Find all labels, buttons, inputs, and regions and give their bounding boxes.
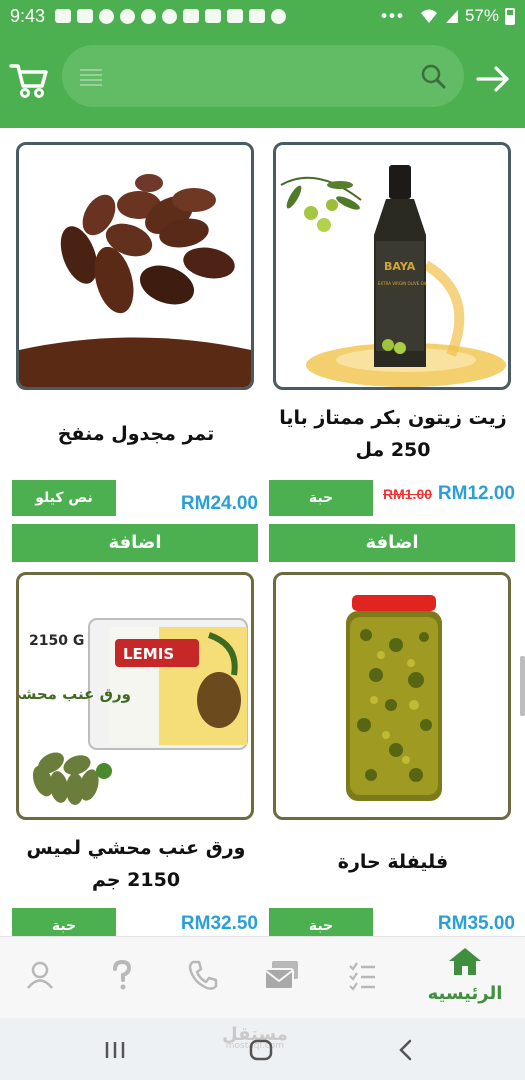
more-notifications-icon: ••• — [381, 6, 405, 25]
unit-badge[interactable]: نص كيلو — [12, 480, 116, 516]
add-to-cart-button[interactable]: اضافة — [12, 524, 258, 562]
old-price: RM1.00 — [383, 486, 433, 502]
cart-button[interactable] — [8, 60, 50, 100]
wifi-icon — [420, 9, 437, 23]
recent-apps-icon[interactable] — [104, 1040, 126, 1060]
user-icon — [27, 961, 53, 989]
product-card[interactable]: LEMIS ورق عنب محشي 2150 G ورق عنب محشي ل… — [12, 568, 258, 936]
search-input[interactable] — [116, 61, 406, 91]
grape-leaves-image: LEMIS ورق عنب محشي 2150 G — [19, 618, 248, 805]
arrow-right-icon — [476, 66, 509, 92]
nav-help[interactable] — [102, 955, 142, 995]
product-image[interactable]: BAYA EXTRA VIRGIN OLIVE OIL — [273, 142, 511, 390]
add-to-cart-button[interactable]: اضافة — [269, 524, 515, 562]
app-header — [0, 32, 525, 128]
forward-button[interactable] — [475, 62, 511, 96]
signal-icon — [445, 10, 458, 23]
status-right: ••• 57% — [381, 6, 515, 26]
battery-icon — [505, 7, 515, 25]
pinterest-icon — [271, 8, 287, 24]
product-price: RM24.00 — [180, 493, 258, 514]
facebook-icon — [99, 8, 115, 24]
nav-orders[interactable] — [342, 955, 382, 995]
battery-percent: 57% — [464, 6, 499, 25]
unit-badge[interactable]: حبة — [269, 908, 373, 936]
product-name: تمر مجدول منفخ — [57, 423, 215, 445]
help-icon — [113, 959, 132, 990]
unit-badge[interactable]: حبة — [12, 908, 116, 936]
mail-icon — [264, 961, 298, 990]
home-button-icon[interactable] — [248, 1038, 274, 1062]
bottom-nav: الرئيسيه — [0, 936, 525, 1018]
cart-icon — [9, 64, 48, 98]
product-price: RM32.50 — [180, 913, 258, 934]
youtube-icon — [227, 9, 244, 23]
product-price: RM12.00 — [437, 483, 515, 504]
search-icon[interactable] — [420, 63, 446, 89]
notification-icons — [55, 8, 287, 24]
product-card[interactable]: فليفلة حارة حبة RM35.00 — [269, 568, 515, 936]
nav-profile[interactable] — [20, 955, 60, 995]
product-price: RM35.00 — [437, 913, 515, 934]
status-time: 9:43 — [10, 5, 46, 26]
product-grid: BAYA EXTRA VIRGIN OLIVE OIL زيت زيتون بك… — [0, 128, 525, 936]
status-bar: 9:43 ••• 57% — [0, 0, 525, 32]
unit-badge[interactable]: حبة — [269, 480, 373, 516]
dates-image — [19, 174, 251, 387]
menu-icon[interactable] — [80, 69, 102, 89]
gallery-icon — [55, 9, 72, 23]
product-name: ورق عنب محشي لميس 2150 جم — [26, 837, 246, 891]
nav-home-label[interactable]: الرئيسيه — [420, 983, 510, 1004]
olive-oil-brand: BAYA — [384, 260, 416, 273]
search-bar[interactable] — [62, 45, 464, 107]
youtube-icon — [249, 9, 266, 23]
nav-call[interactable] — [183, 955, 223, 995]
product-image[interactable] — [16, 142, 254, 390]
back-icon[interactable] — [396, 1038, 416, 1062]
phone-icon — [188, 960, 218, 990]
product-card[interactable]: تمر مجدول منفخ نص كيلو RM24.00 اضافة — [12, 138, 258, 562]
facebook-icon — [120, 8, 136, 24]
scrollbar[interactable] — [520, 656, 525, 716]
nav-home[interactable] — [445, 945, 485, 985]
youtube-icon — [205, 9, 222, 23]
olive-oil-label: EXTRA VIRGIN OLIVE OIL — [378, 281, 428, 286]
product-card[interactable]: BAYA EXTRA VIRGIN OLIVE OIL زيت زيتون بك… — [269, 138, 515, 562]
product-image[interactable] — [273, 572, 511, 820]
email-icon — [77, 9, 94, 23]
system-nav-bar: مستقل mostaql.com — [0, 1018, 525, 1080]
youtube-icon — [183, 9, 200, 23]
facebook-icon — [141, 8, 157, 24]
product-name: فليفلة حارة — [337, 851, 449, 873]
pickled-peppers-image — [346, 595, 442, 801]
grape-leaves-arabic: ورق عنب محشي — [19, 685, 131, 703]
home-icon — [449, 948, 481, 975]
pinterest-icon — [162, 8, 178, 24]
olive-oil-image: BAYA EXTRA VIRGIN OLIVE OIL — [280, 165, 506, 387]
product-name: زيت زيتون بكر ممتاز بايا 250 مل — [279, 407, 507, 461]
grape-leaves-brand: LEMIS — [123, 645, 174, 663]
list-icon — [349, 962, 375, 991]
product-image[interactable]: LEMIS ورق عنب محشي 2150 G — [16, 572, 254, 820]
nav-messages[interactable] — [262, 955, 302, 995]
grape-leaves-weight: 2150 G — [29, 633, 84, 649]
